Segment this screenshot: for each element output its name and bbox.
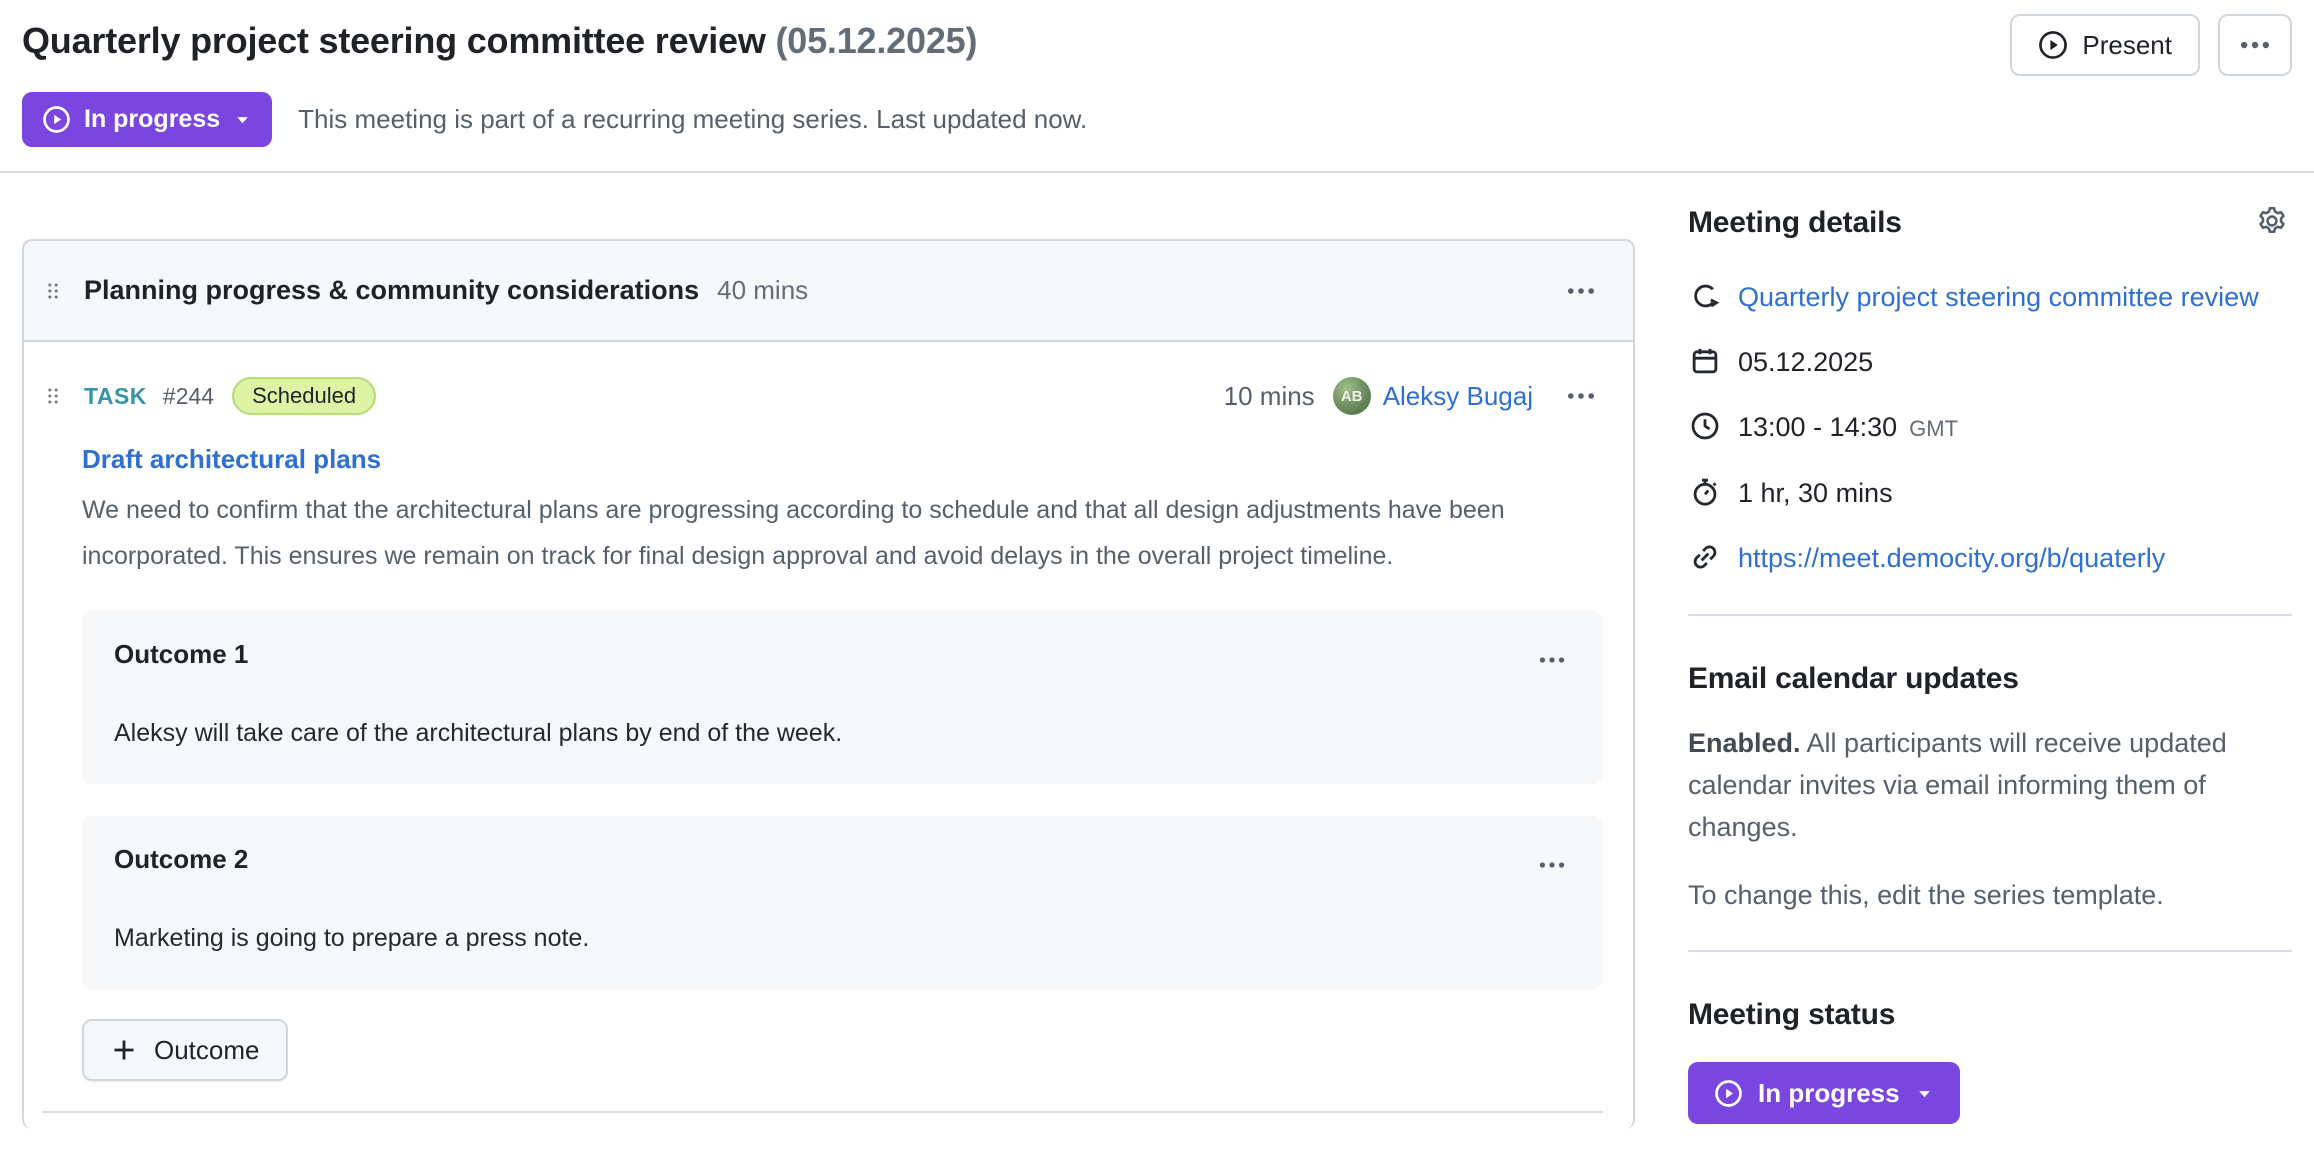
meeting-settings-button[interactable] xyxy=(2252,201,2292,244)
task-more-button[interactable] xyxy=(1559,374,1603,418)
task-type-label: TASK xyxy=(84,383,147,410)
caret-down-icon xyxy=(1915,1084,1934,1103)
sidebar-divider xyxy=(1688,950,2292,952)
time-value-wrap: 13:00 - 14:30 GMT xyxy=(1738,406,1958,450)
duration-row: 1 hr, 30 mins xyxy=(1688,472,2292,515)
outcome-text: Aleksy will take care of the architectur… xyxy=(114,719,1573,748)
task-title-link[interactable]: Draft architectural plans xyxy=(82,444,381,475)
add-outcome-button[interactable]: Outcome xyxy=(82,1019,288,1081)
caret-down-icon xyxy=(233,110,252,129)
page-title-date: (05.12.2025) xyxy=(776,20,978,61)
outcome-card: Outcome 1 Aleksy will take care of the a… xyxy=(82,611,1603,784)
header-more-button[interactable] xyxy=(2218,14,2292,76)
meet-link[interactable]: https://meet.democity.org/b/quaterly xyxy=(1738,543,2165,573)
outcome-more-button[interactable] xyxy=(1531,639,1573,681)
time-value: 13:00 - 14:30 xyxy=(1738,412,1897,442)
main-column: Planning progress & community considerat… xyxy=(22,173,1635,1129)
play-circle-icon xyxy=(42,105,71,134)
kebab-icon xyxy=(2238,28,2272,62)
task-description: We need to confirm that the architectura… xyxy=(82,487,1603,579)
header-actions: Present xyxy=(2010,12,2292,76)
kebab-icon xyxy=(1565,275,1597,307)
email-updates-heading: Email calendar updates xyxy=(1688,662,2292,696)
meeting-status-button[interactable]: In progress xyxy=(1688,1062,1960,1124)
clock-icon xyxy=(1688,411,1722,441)
outcome-card: Outcome 2 Marketing is going to prepare … xyxy=(82,816,1603,989)
assignee-avatar[interactable]: AB xyxy=(1333,377,1371,415)
present-button[interactable]: Present xyxy=(2010,14,2200,76)
task-duration: 10 mins xyxy=(1224,381,1315,412)
outcome-title: Outcome 2 xyxy=(114,844,248,875)
calendar-icon xyxy=(1688,346,1722,376)
task-number: #244 xyxy=(163,383,214,410)
play-circle-icon xyxy=(1714,1079,1743,1108)
meeting-details-heading: Meeting details xyxy=(1688,206,1902,240)
task-header-row: TASK #244 Scheduled 10 mins AB Aleksy Bu… xyxy=(42,374,1603,418)
series-link-wrap: Quarterly project steering committee rev… xyxy=(1738,276,2259,319)
section-more-button[interactable] xyxy=(1559,269,1603,313)
page-title-text: Quarterly project steering committee rev… xyxy=(22,20,766,61)
next-item-divider xyxy=(42,1111,1603,1129)
meeting-status-pill-label: In progress xyxy=(84,105,220,134)
add-outcome-label: Outcome xyxy=(154,1035,260,1066)
play-circle-icon xyxy=(2038,30,2068,60)
gear-icon xyxy=(2256,205,2288,237)
series-link-row: Quarterly project steering committee rev… xyxy=(1688,276,2292,319)
meeting-status-button-label: In progress xyxy=(1758,1078,1900,1109)
email-updates-enabled: Enabled. xyxy=(1688,728,1801,758)
drag-handle-icon[interactable] xyxy=(42,385,64,407)
time-row: 13:00 - 14:30 GMT xyxy=(1688,406,2292,450)
kebab-icon xyxy=(1565,380,1597,412)
task-card: TASK #244 Scheduled 10 mins AB Aleksy Bu… xyxy=(24,342,1633,1129)
content: Planning progress & community considerat… xyxy=(0,173,2314,1129)
date-row: 05.12.2025 xyxy=(1688,341,2292,384)
page-header: Quarterly project steering committee rev… xyxy=(0,0,2314,76)
kebab-icon xyxy=(1537,850,1567,880)
duration-value: 1 hr, 30 mins xyxy=(1738,472,1893,515)
meeting-subtitle: This meeting is part of a recurring meet… xyxy=(298,104,1087,135)
stopwatch-icon xyxy=(1688,477,1722,507)
sidebar-divider xyxy=(1688,614,2292,616)
task-status-badge: Scheduled xyxy=(232,377,376,415)
outcome-text: Marketing is going to prepare a press no… xyxy=(114,924,1573,953)
email-updates-note: To change this, edit the series template… xyxy=(1688,874,2278,916)
timezone-label: GMT xyxy=(1909,416,1958,441)
agenda-card: Planning progress & community considerat… xyxy=(22,239,1635,1129)
meeting-status-heading: Meeting status xyxy=(1688,998,2292,1032)
meeting-status-pill[interactable]: In progress xyxy=(22,92,272,147)
task-assignee-link[interactable]: Aleksy Bugaj xyxy=(1383,381,1533,412)
kebab-icon xyxy=(1537,645,1567,675)
sidebar: Meeting details Quarterly project steeri… xyxy=(1688,173,2292,1124)
meet-link-wrap: https://meet.democity.org/b/quaterly xyxy=(1738,537,2165,580)
link-icon xyxy=(1688,542,1722,572)
drag-handle-icon[interactable] xyxy=(42,280,64,302)
agenda-section-duration: 40 mins xyxy=(717,275,808,306)
meet-link-row: https://meet.democity.org/b/quaterly xyxy=(1688,537,2292,580)
page-title: Quarterly project steering committee rev… xyxy=(22,12,977,70)
plus-icon xyxy=(110,1036,138,1064)
series-link[interactable]: Quarterly project steering committee rev… xyxy=(1738,282,2259,312)
meeting-status-row: In progress This meeting is part of a re… xyxy=(0,76,2314,147)
outcome-more-button[interactable] xyxy=(1531,844,1573,886)
date-value: 05.12.2025 xyxy=(1738,341,1873,384)
agenda-section-header: Planning progress & community considerat… xyxy=(24,241,1633,342)
agenda-section-title: Planning progress & community considerat… xyxy=(84,275,699,306)
outcome-title: Outcome 1 xyxy=(114,639,248,670)
recurring-icon xyxy=(1688,281,1722,311)
email-updates-text: Enabled. All participants will receive u… xyxy=(1688,722,2278,848)
present-button-label: Present xyxy=(2082,30,2172,61)
